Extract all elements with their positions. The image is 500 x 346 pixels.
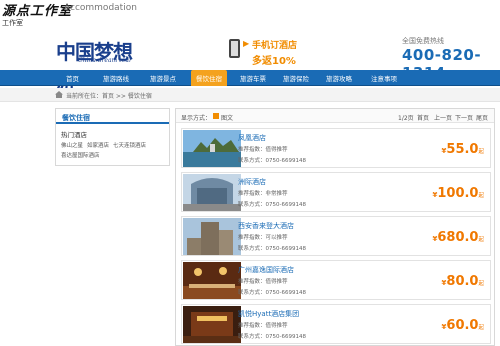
price-value: 680.0	[437, 230, 479, 245]
hotel-photo[interactable]	[183, 174, 241, 211]
next-page-link[interactable]: 下一页	[455, 113, 473, 122]
display-mode-label: 显示方式：	[181, 115, 212, 122]
hotel-photo[interactable]	[183, 218, 241, 255]
sidebar-link[interactable]: 喜达屋国际酒店	[61, 153, 100, 159]
nav-item-insurance[interactable]: 旅游保险	[283, 73, 309, 83]
hotel-name[interactable]: 凯悦Hyatt酒店集团	[238, 309, 299, 319]
price-unit: 起	[478, 325, 484, 331]
hotel-card[interactable]: 洲际酒店 推荐指数：非常推荐 联系方式：0750-6699148 ¥100.0起	[181, 172, 491, 212]
sidebar-category[interactable]: 热门酒店	[56, 124, 169, 139]
price-unit: 起	[478, 193, 484, 199]
mobile-phone-icon	[229, 39, 240, 58]
nav-item-attractions[interactable]: 旅游景点	[150, 73, 176, 83]
price-unit: 起	[478, 237, 484, 243]
first-page-link[interactable]: 首页	[417, 113, 429, 122]
sidebar-links: 佛山之星 如家酒店 七天连锁酒店 喜达屋国际酒店	[56, 139, 169, 161]
hotel-name[interactable]: 西安香来登大酒店	[238, 221, 294, 231]
breadcrumb-text: 当前所在位：首页 >> 餐饮住宿	[66, 93, 152, 100]
sidebar-link[interactable]: 佛山之星	[61, 143, 83, 149]
nav-item-routes[interactable]: 旅游路线	[103, 73, 129, 83]
hotel-photo[interactable]	[183, 130, 241, 167]
hotel-photo[interactable]	[183, 262, 241, 299]
nav-item-notices[interactable]: 注意事项	[371, 73, 397, 83]
sidebar-link[interactable]: 如家酒店	[87, 143, 109, 149]
sidebar: 餐饮住宿 热门酒店 佛山之星 如家酒店 七天连锁酒店 喜达屋国际酒店	[55, 108, 170, 166]
main-nav: 首页 旅游路线 旅游景点 餐饮住宿 旅游车票 旅游保险 旅游攻略 注意事项	[0, 70, 500, 86]
hotel-price: ¥60.0起	[442, 314, 484, 333]
grid-view-icon[interactable]	[213, 113, 219, 119]
hotel-photo[interactable]	[183, 306, 241, 343]
list-toolbar: 显示方式： 图文 1/2页 首页 上一页 下一页 尾页	[176, 109, 494, 123]
hotline-label: 全国免费热线	[402, 37, 444, 45]
promo-line1: 手机订酒店	[252, 41, 298, 51]
hotel-price: ¥100.0起	[432, 182, 484, 201]
watermark-subtext: 工作室	[2, 19, 23, 27]
hotel-card[interactable]: 凤凰酒店 推荐指数：值得推荐 联系方式：0750-6699148 ¥55.0起	[181, 128, 491, 168]
hotel-list-panel: 显示方式： 图文 1/2页 首页 上一页 下一页 尾页 凤凰酒店 推荐指数：值得…	[175, 108, 495, 346]
hotel-contact: 联系方式：0750-6699148	[238, 202, 306, 208]
hotel-rating: 推荐指数：值得推荐	[238, 147, 288, 153]
price-unit: 起	[478, 281, 484, 287]
breadcrumb: 当前所在位：首页 >> 餐饮住宿	[0, 88, 500, 102]
hotel-rating: 推荐指数：值得推荐	[238, 279, 288, 285]
hotel-contact: 联系方式：0750-6699148	[238, 158, 306, 164]
price-unit: 起	[478, 149, 484, 155]
nav-item-tickets[interactable]: 旅游车票	[240, 73, 266, 83]
hotel-price: ¥80.0起	[442, 270, 484, 289]
watermark-text: 源点工作室	[2, 4, 73, 19]
hotel-contact: 联系方式：0750-6699148	[238, 246, 306, 252]
hotel-card[interactable]: 广州嘉逸国际酒店 推荐指数：值得推荐 联系方式：0750-6699148 ¥80…	[181, 260, 491, 300]
mobile-booking-promo[interactable]: ▶ 手机订酒店 多返10%	[243, 38, 298, 67]
last-page-link[interactable]: 尾页	[476, 113, 488, 122]
hotel-contact: 联系方式：0750-6699148	[238, 334, 306, 340]
hotel-name[interactable]: 凤凰酒店	[238, 133, 266, 143]
site-logo[interactable]: 中国梦想游 China dream tour	[56, 36, 140, 93]
hotel-rating: 推荐指数：值得推荐	[238, 323, 288, 329]
price-value: 60.0	[446, 318, 479, 333]
page-info: 1/2页	[398, 115, 414, 122]
nav-item-guides[interactable]: 旅游攻略	[326, 73, 352, 83]
prev-page-link[interactable]: 上一页	[434, 113, 452, 122]
nav-item-dining-lodging[interactable]: 餐饮住宿	[191, 70, 227, 86]
hotel-card[interactable]: 凯悦Hyatt酒店集团 推荐指数：值得推荐 联系方式：0750-6699148 …	[181, 304, 491, 344]
promo-line2: 多返10%	[252, 56, 296, 67]
sidebar-link[interactable]: 七天连锁酒店	[113, 143, 146, 149]
home-icon	[55, 91, 63, 98]
page-title: Accommodation	[64, 3, 137, 13]
price-value: 55.0	[446, 142, 479, 157]
hotel-name[interactable]: 洲际酒店	[238, 177, 266, 187]
grid-view-label[interactable]: 图文	[221, 113, 233, 122]
hotel-name[interactable]: 广州嘉逸国际酒店	[238, 265, 294, 275]
sidebar-title: 餐饮住宿	[56, 109, 169, 124]
hotel-card[interactable]: 西安香来登大酒店 推荐指数：可以推荐 联系方式：0750-6699148 ¥68…	[181, 216, 491, 256]
hotel-contact: 联系方式：0750-6699148	[238, 290, 306, 296]
nav-item-home[interactable]: 首页	[66, 73, 79, 83]
promo-arrow-icon: ▶	[243, 39, 250, 48]
hotel-price: ¥55.0起	[442, 138, 484, 157]
price-value: 80.0	[446, 274, 479, 289]
hotel-rating: 推荐指数：非常推荐	[238, 191, 288, 197]
hotel-rating: 推荐指数：可以推荐	[238, 235, 288, 241]
price-value: 100.0	[437, 186, 479, 201]
top-bar: 源点工作室 Accommodation 工作室	[0, 0, 500, 32]
hotel-price: ¥680.0起	[432, 226, 484, 245]
logo-english-text: China dream tour	[78, 57, 132, 64]
